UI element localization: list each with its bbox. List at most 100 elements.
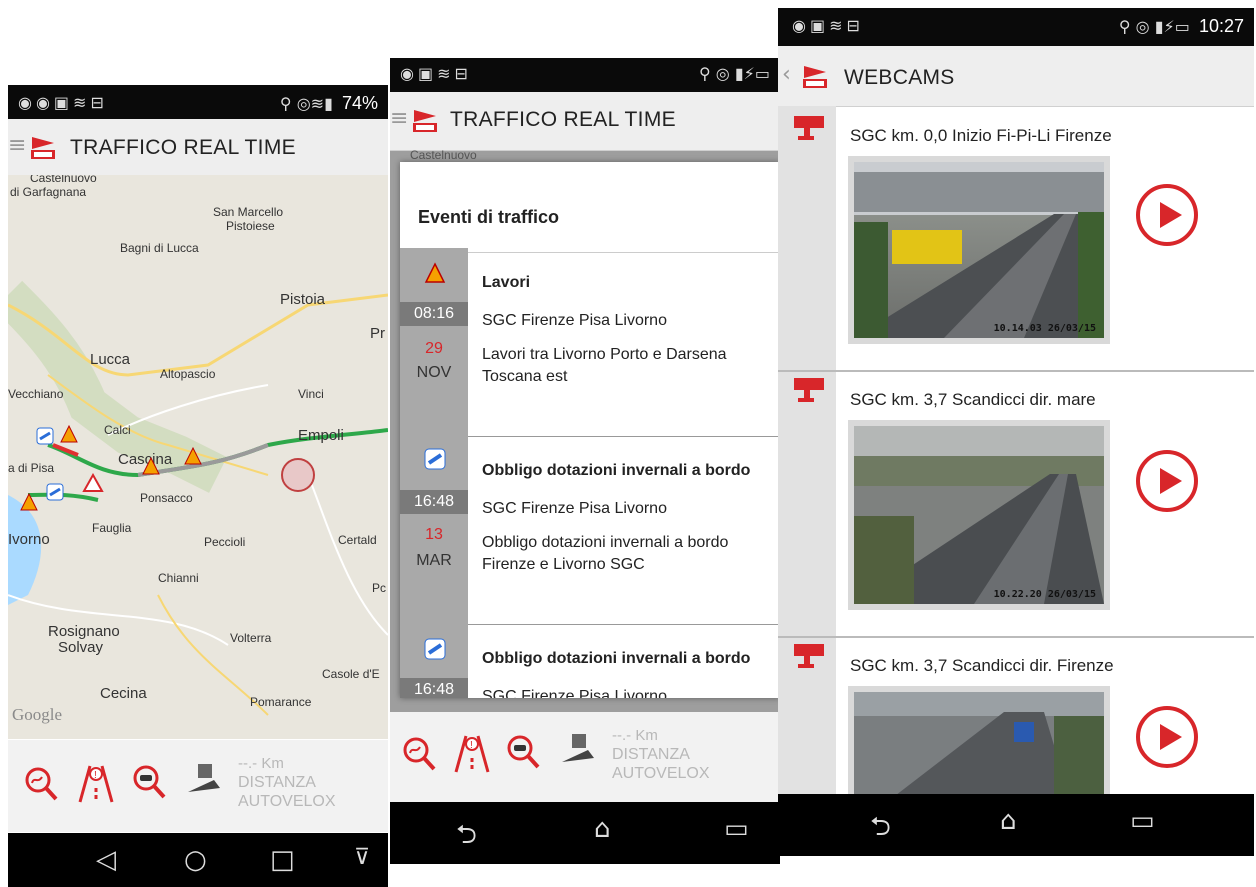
menu-icon[interactable]: ≡: [8, 133, 26, 158]
webcam-timestamp: 10.14.03 26/03/15: [993, 323, 1096, 334]
event-road: SGC Firenze Pisa Livorno: [482, 500, 667, 517]
camera-icon: [794, 116, 824, 140]
webcam-title: SGC km. 0,0 Inizio Fi-Pi-Li Firenze: [850, 126, 1112, 145]
event-title: Obbligo dotazioni invernali a bordo: [482, 462, 751, 479]
route-search-icon[interactable]: [402, 736, 436, 772]
traffic-map[interactable]: Castelnuovo di Garfagnana San Marcello P…: [8, 175, 388, 739]
webcam-side: [778, 372, 836, 636]
webcam-side: [778, 106, 836, 370]
page-title: TRAFFICO REAL TIME: [70, 136, 296, 159]
speed-camera-icon[interactable]: [560, 732, 596, 772]
play-icon[interactable]: [1134, 704, 1200, 770]
system-nav-bar: ⮌ ⌂ ▭: [390, 802, 780, 864]
phone-traffic-events: ◉▣≋⊟ ⚲ ◎ ▮⚡▭ ≡ TRAFFICO REAL TIME Castel…: [390, 58, 780, 864]
webcam-item[interactable]: SGC km. 3,7 Scandicci dir. mare 10.22.20…: [778, 372, 1254, 638]
map-label: Fauglia: [92, 521, 132, 535]
route-search-icon[interactable]: [24, 766, 58, 802]
snow-chains-icon[interactable]: [46, 483, 64, 501]
roadworks-icon[interactable]: [142, 457, 160, 475]
back-icon[interactable]: ⮌: [456, 816, 477, 860]
event-road: SGC Firenze Pisa Livorno: [482, 688, 667, 698]
webcam-title: SGC km. 3,7 Scandicci dir. Firenze: [850, 656, 1114, 675]
event-description: Obbligo dotazioni invernali a bordo Fire…: [482, 534, 729, 573]
status-bar: ◉▣≋⊟ ⚲ ◎ ▮⚡▭: [390, 58, 780, 92]
event-description: Lavori tra Livorno Porto e Darsena Tosca…: [482, 346, 727, 385]
app-bar: ‹ WEBCAMS: [778, 46, 1254, 107]
home-icon[interactable]: ○: [184, 845, 207, 875]
roadworks-icon[interactable]: [60, 425, 78, 443]
menu-icon[interactable]: ≡: [390, 106, 408, 131]
road-photo: [854, 172, 1104, 338]
snow-chains-icon[interactable]: [36, 427, 54, 445]
distance-label: AUTOVELOX: [238, 793, 336, 810]
back-icon[interactable]: ⮌: [870, 808, 891, 852]
status-icons-right: ⚲ ◎ ▮⚡▭: [698, 64, 770, 83]
event-time: 08:16: [400, 302, 468, 326]
camera-icon: [794, 644, 824, 668]
phone-traffic-map: ◉◉▣≋⊟ ⚲ ◎≋▮ 74% ≡ TRAFFICO REAL TIME Cas…: [8, 85, 388, 887]
webcam-thumbnail[interactable]: 10.22.20 26/03/15: [848, 420, 1110, 610]
recents-icon[interactable]: ▭: [1130, 806, 1155, 836]
distance-value: --.- Km: [612, 727, 658, 744]
home-icon[interactable]: ⌂: [1000, 806, 1017, 836]
map-label: Certald: [338, 533, 377, 547]
webcam-item[interactable]: SGC km. 0,0 Inizio Fi-Pi-Li Firenze 10.1…: [778, 106, 1254, 372]
webcam-title: SGC km. 3,7 Scandicci dir. mare: [850, 390, 1096, 409]
map-label: Lucca: [90, 351, 131, 368]
distance-label: AUTOVELOX: [612, 765, 710, 782]
map-label: Pc: [372, 581, 387, 595]
system-nav-bar: ⮌ ⌂ ▭: [778, 794, 1254, 856]
event-title: Lavori: [482, 274, 531, 291]
play-icon[interactable]: [1134, 182, 1200, 248]
play-icon[interactable]: [1134, 448, 1200, 514]
snow-chains-icon: [424, 638, 446, 660]
phone-webcams: ◉▣≋⊟ ⚲ ◎ ▮⚡▭ 10:27 ‹ WEBCAMS SGC km. 0,0…: [778, 8, 1254, 856]
vehicle-search-icon[interactable]: [132, 764, 166, 800]
app-bar: ≡ TRAFFICO REAL TIME: [390, 92, 780, 151]
google-logo: Google: [12, 705, 63, 724]
event-time: 16:48: [400, 678, 468, 698]
road-warning-icon[interactable]: !: [454, 734, 490, 774]
map-label: Pr: [370, 325, 385, 342]
speed-camera-icon[interactable]: [186, 762, 222, 802]
map-label: Pistoia: [280, 291, 326, 308]
roadworks-icon[interactable]: [20, 493, 38, 511]
app-logo: [413, 110, 437, 132]
warning-icon[interactable]: [82, 473, 104, 493]
roadworks-icon: [424, 262, 446, 283]
camera-icon: [794, 378, 824, 402]
webcam-thumbnail[interactable]: [848, 686, 1110, 794]
status-icons-right: ⚲ ◎ ▮⚡▭ 10:27: [1118, 16, 1244, 36]
status-icons-left: ◉▣≋⊟: [400, 64, 472, 83]
event-item[interactable]: 08:16 29 NOV Lavori SGC Firenze Pisa Liv…: [400, 248, 780, 437]
home-icon[interactable]: ⌂: [594, 814, 611, 844]
back-icon[interactable]: ◁: [96, 845, 116, 875]
dialog-title: Eventi di traffico: [418, 207, 560, 227]
road-warning-icon[interactable]: !: [78, 764, 114, 804]
map-label: Solvay: [58, 639, 104, 656]
notification-pull-icon[interactable]: ⊽: [354, 845, 370, 870]
page-title: TRAFFICO REAL TIME: [450, 108, 676, 131]
map-label: Volterra: [230, 631, 272, 645]
event-title: Obbligo dotazioni invernali a bordo: [482, 650, 751, 667]
app-logo: [31, 137, 55, 159]
map-label: Castelnuovo: [30, 175, 97, 185]
snow-chains-icon: [424, 448, 446, 470]
map-label: a di Pisa: [8, 461, 55, 475]
vehicle-search-icon[interactable]: [506, 734, 540, 770]
event-item[interactable]: 16:48 Obbligo dotazioni invernali a bord…: [400, 624, 780, 698]
map-label: Casole d'E: [322, 667, 380, 681]
autovelox-distance: --.- Km DISTANZA AUTOVELOX: [612, 726, 710, 783]
webcam-item[interactable]: SGC km. 3,7 Scandicci dir. Firenze: [778, 638, 1254, 794]
svg-text:!: !: [470, 740, 473, 751]
recents-icon[interactable]: □: [270, 845, 295, 875]
map-label: di Garfagnana: [10, 185, 87, 199]
webcam-timestamp: 10.22.20 26/03/15: [993, 589, 1096, 600]
webcam-thumbnail[interactable]: 10.14.03 26/03/15: [848, 156, 1110, 344]
roadworks-icon[interactable]: [184, 447, 202, 465]
recents-icon[interactable]: ▭: [724, 814, 749, 844]
back-arrow-icon[interactable]: ‹: [782, 62, 791, 87]
map-label: Peccioli: [204, 535, 246, 549]
system-nav-bar: ◁ ○ □ ⊽: [8, 833, 388, 887]
event-item[interactable]: 16:48 13 MAR Obbligo dotazioni invernali…: [400, 436, 780, 625]
